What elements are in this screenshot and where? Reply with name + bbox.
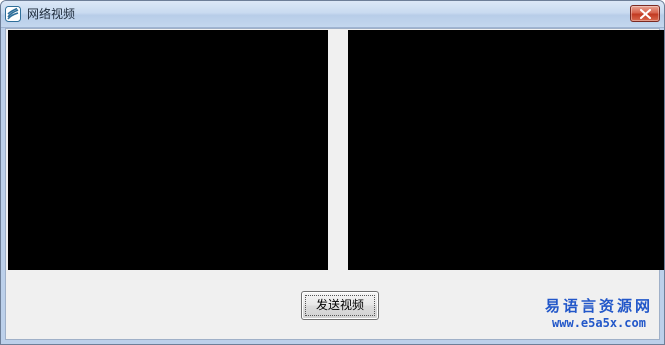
send-video-button[interactable]: 发送视频 [301,291,379,320]
watermark-chinese: 易语言资源网 [544,297,653,315]
app-window: 网络视频 发送视频 易语言资源网 www.e5a5x.com [0,0,665,345]
remote-video-pane [348,30,664,270]
app-logo-icon [5,6,21,22]
title-bar[interactable]: 网络视频 [1,1,664,28]
close-icon [640,9,651,19]
client-area: 发送视频 易语言资源网 www.e5a5x.com [5,28,664,340]
focus-rectangle [305,295,375,316]
watermark-url: www.e5a5x.com [552,316,646,330]
close-button[interactable] [630,5,660,22]
watermark: 易语言资源网 www.e5a5x.com [545,297,653,331]
window-title: 网络视频 [27,7,76,21]
local-video-pane [8,30,328,270]
